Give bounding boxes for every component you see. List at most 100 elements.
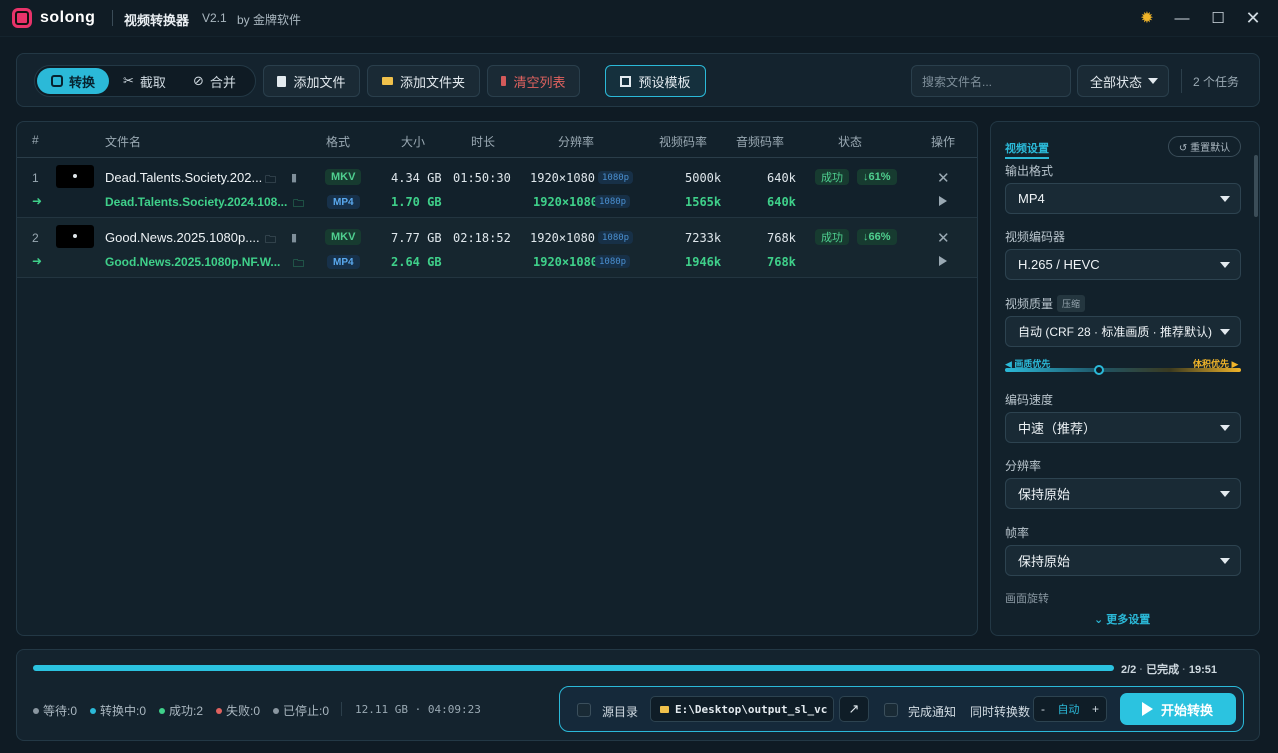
- remove-icon[interactable]: ✕: [937, 229, 950, 247]
- status-dot-icon: [159, 707, 165, 714]
- quality-slider-track[interactable]: [1005, 368, 1241, 372]
- minimize-icon[interactable]: —: [1170, 6, 1194, 30]
- mode-merge-tab[interactable]: ⊘ 合并: [193, 68, 236, 94]
- output-video-bitrate: 1565k: [685, 195, 722, 209]
- settings-title: 视频设置: [1005, 140, 1049, 159]
- col-audio-bitrate: 音频码率: [736, 135, 785, 149]
- open-output-button[interactable]: ↗: [839, 696, 869, 722]
- close-icon[interactable]: ✕: [1241, 6, 1265, 30]
- audio-bitrate: 640k: [767, 171, 796, 185]
- output-size: 2.64 GB: [391, 255, 442, 269]
- status-badge: 成功: [815, 229, 849, 245]
- preset-label: 预设模板: [638, 74, 691, 90]
- mode-merge-label: 合并: [209, 74, 236, 90]
- chevron-down-icon: [1220, 425, 1230, 431]
- output-path-field[interactable]: E:\Desktop\output_sl_vc: [650, 696, 834, 722]
- concurrent-stepper[interactable]: - 自动 +: [1033, 696, 1107, 722]
- folder-icon: [381, 77, 393, 85]
- notify-checkbox[interactable]: [884, 703, 898, 717]
- start-convert-button[interactable]: 开始转换: [1120, 693, 1236, 725]
- clear-list-button[interactable]: 清空列表: [487, 65, 580, 97]
- file-icon: [277, 75, 287, 87]
- resolution-select[interactable]: 保持原始: [1005, 478, 1241, 509]
- table-row[interactable]: 2 Good.News.2025.1080p.... 🗀 ▮ MKV 7.77 …: [17, 218, 977, 278]
- app-title: 视频转换器: [124, 13, 190, 28]
- progress-fill: [33, 665, 1114, 671]
- duration: 01:50:30: [453, 171, 511, 185]
- mode-convert-tab[interactable]: 转换: [37, 68, 109, 94]
- status-dot-icon: [33, 707, 39, 714]
- open-folder-icon[interactable]: 🗀: [265, 231, 276, 250]
- output-resolution: 1920×1080: [533, 195, 599, 209]
- play-icon[interactable]: [939, 196, 947, 206]
- quality-value: 自动 (CRF 28 · 标准画质 · 推荐默认): [1018, 325, 1212, 339]
- col-size: 大小: [401, 135, 426, 149]
- reset-default-button[interactable]: ↺ 重置默认: [1168, 136, 1241, 157]
- trash-icon: [501, 76, 507, 86]
- progress-time: 19:51: [1188, 664, 1218, 676]
- app-logo-icon: [12, 8, 32, 28]
- duration: 02:18:52: [453, 231, 511, 245]
- status-dot-icon: [273, 707, 279, 714]
- task-count: 2 个任务: [1193, 75, 1240, 89]
- stat-success-label: 成功:2: [169, 704, 204, 718]
- output-audio-bitrate: 640k: [767, 195, 796, 209]
- link-icon: ⊘: [193, 73, 204, 88]
- output-folder-icon[interactable]: 🗀: [293, 255, 304, 274]
- output-filename: Dead.Talents.Society.2024.108...: [105, 195, 288, 209]
- col-format: 格式: [326, 135, 351, 149]
- fps-select[interactable]: 保持原始: [1005, 545, 1241, 576]
- status-filter-value: 全部状态: [1090, 74, 1143, 90]
- remove-icon[interactable]: ✕: [937, 169, 950, 187]
- toolbar-divider: [1181, 69, 1182, 93]
- external-link-icon: ↗: [848, 701, 860, 716]
- chevron-down-icon: [1220, 196, 1230, 202]
- table-row[interactable]: 1 Dead.Talents.Society.202... 🗀 ▮ MKV 4.…: [17, 158, 977, 218]
- folder-icon: [660, 705, 669, 713]
- output-format-badge: MP4: [327, 195, 360, 209]
- resolution-tag: 1080p: [598, 171, 634, 184]
- preset-button[interactable]: 预设模板: [605, 65, 706, 97]
- output-arrow-icon: ➜: [32, 254, 43, 268]
- status-filter-select[interactable]: 全部状态: [1077, 65, 1169, 97]
- grid-icon: [620, 75, 632, 87]
- resolution-value: 保持原始: [1018, 487, 1071, 502]
- increment-button[interactable]: +: [1092, 702, 1099, 716]
- output-filename: Good.News.2025.1080p.NF.W...: [105, 255, 281, 269]
- decrement-button[interactable]: -: [1041, 702, 1045, 716]
- more-settings-button[interactable]: ⌄ 更多设置: [1094, 611, 1150, 627]
- mode-cut-tab[interactable]: ✂ 截取: [123, 68, 166, 94]
- file-info-icon[interactable]: ▮: [291, 171, 297, 184]
- col-resolution: 分辨率: [558, 135, 595, 149]
- output-format-badge: MP4: [327, 255, 360, 269]
- source-dir-checkbox[interactable]: [577, 703, 591, 717]
- open-folder-icon[interactable]: 🗀: [265, 171, 276, 190]
- file-size: 7.77 GB: [391, 231, 442, 245]
- quality-select[interactable]: 自动 (CRF 28 · 标准画质 · 推荐默认): [1005, 316, 1241, 347]
- add-file-button[interactable]: 添加文件: [263, 65, 360, 97]
- theme-toggle-icon[interactable]: ✹: [1135, 6, 1159, 30]
- output-folder-icon[interactable]: 🗀: [293, 195, 304, 214]
- quality-slider-handle[interactable]: [1094, 365, 1105, 375]
- audio-bitrate: 768k: [767, 231, 796, 245]
- source-filename: Good.News.2025.1080p....: [105, 230, 260, 245]
- play-icon[interactable]: [939, 256, 947, 266]
- settings-panel: 视频设置 ↺ 重置默认 输出格式 MP4 视频编码器 H.265 / HEVC …: [990, 121, 1260, 636]
- progress-status: 已完成: [1146, 664, 1180, 676]
- title-divider: [112, 10, 113, 26]
- add-folder-button[interactable]: 添加文件夹: [367, 65, 480, 97]
- output-format-select[interactable]: MP4: [1005, 183, 1241, 214]
- chevron-down-icon: [1148, 78, 1158, 84]
- codec-value: H.265 / HEVC: [1018, 257, 1100, 272]
- codec-select[interactable]: H.265 / HEVC: [1005, 249, 1241, 280]
- mode-switch: 转换 ✂ 截取 ⊘ 合并: [34, 65, 256, 97]
- search-input[interactable]: 搜索文件名...: [911, 65, 1071, 97]
- stat-waiting-label: 等待:0: [43, 704, 78, 718]
- maximize-icon[interactable]: ☐: [1206, 6, 1230, 30]
- scrollbar[interactable]: [1254, 155, 1258, 217]
- resolution: 1920×1080: [530, 231, 596, 245]
- stat-failed: 失败:0: [216, 702, 260, 719]
- rotation-label: 画面旋转: [1005, 593, 1049, 605]
- speed-select[interactable]: 中速（推荐）: [1005, 412, 1241, 443]
- file-info-icon[interactable]: ▮: [291, 231, 297, 244]
